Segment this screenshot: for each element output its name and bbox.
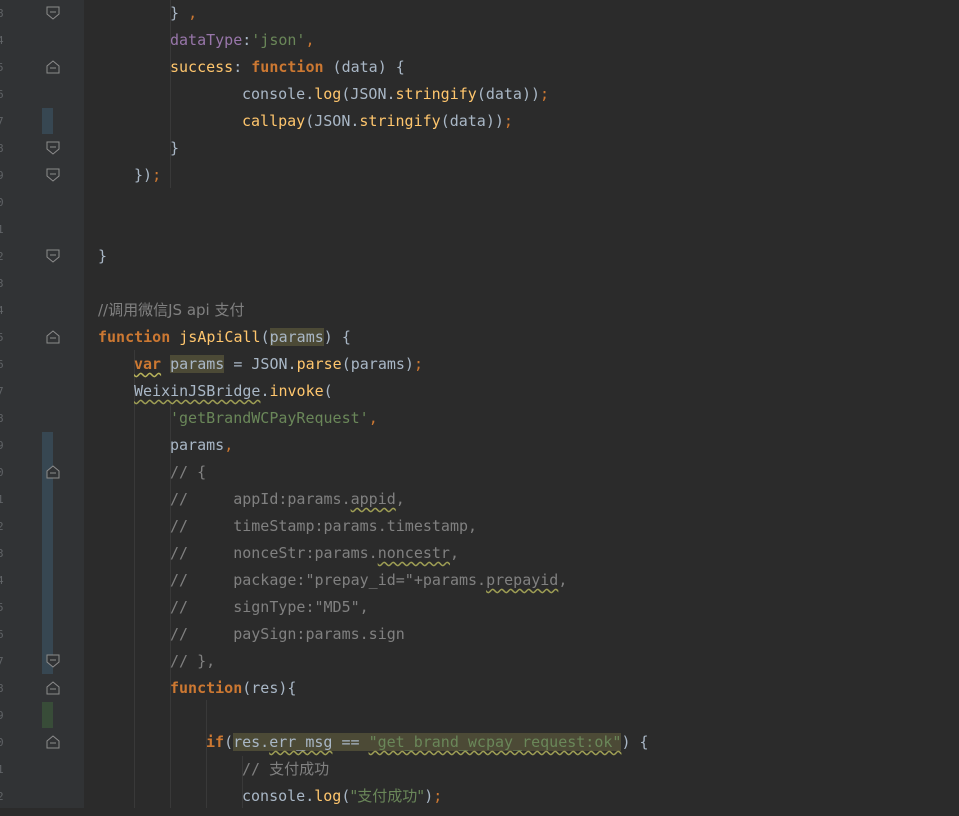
code-line[interactable]: success: function (data) { — [170, 54, 405, 81]
code-line[interactable]: } — [170, 135, 179, 162]
code-line[interactable]: } , — [170, 0, 197, 27]
highlighted-condition: res.err_msg == "get_brand_wcpay_request:… — [233, 733, 622, 751]
code-line[interactable]: if(res.err_msg == "get_brand_wcpay_reque… — [206, 729, 649, 756]
code-line[interactable]: // appId:params.appid, — [170, 486, 405, 513]
code-line[interactable]: WeixinJSBridge.invoke( — [134, 378, 333, 405]
fold-start-icon[interactable] — [46, 60, 60, 74]
code-line[interactable]: // paySign:params.sign — [170, 621, 405, 648]
code-line[interactable]: // nonceStr:params.noncestr, — [170, 540, 459, 567]
line-number: 0 — [0, 736, 4, 749]
line-number: 8 — [0, 142, 4, 155]
line-number: 3 — [0, 547, 4, 560]
code-line[interactable]: console.log("支付成功"); — [242, 783, 442, 810]
indent-guide — [134, 350, 135, 816]
fold-start-icon[interactable] — [46, 681, 60, 695]
line-number: 5 — [0, 601, 4, 614]
line-number: 7 — [0, 385, 4, 398]
code-line[interactable]: params, — [170, 432, 233, 459]
line-number: 0 — [0, 196, 4, 209]
vcs-added-marker[interactable] — [42, 702, 53, 728]
line-number: 3 — [0, 277, 4, 290]
code-line[interactable]: }); — [134, 162, 161, 189]
line-number: 6 — [0, 628, 4, 641]
indent-guide — [206, 700, 207, 816]
line-number: 9 — [0, 439, 4, 452]
code-line[interactable]: //调用微信JS api 支付 — [98, 297, 244, 324]
line-number: 5 — [0, 331, 4, 344]
line-number: 1 — [0, 493, 4, 506]
line-number: 8 — [0, 682, 4, 695]
code-line[interactable]: // }, — [170, 648, 215, 675]
line-number: 1 — [0, 763, 4, 776]
code-line[interactable]: 'getBrandWCPayRequest', — [170, 405, 378, 432]
fold-start-icon[interactable] — [46, 735, 60, 749]
code-line[interactable]: // signType:"MD5", — [170, 594, 369, 621]
code-line[interactable]: } — [98, 243, 107, 270]
line-number: 6 — [0, 88, 4, 101]
code-editor[interactable]: } , dataType:'json', success: function (… — [85, 0, 959, 816]
fold-end-icon[interactable] — [46, 654, 60, 668]
line-number: 8 — [0, 7, 4, 20]
line-number: 7 — [0, 115, 4, 128]
code-line[interactable]: dataType:'json', — [170, 27, 315, 54]
code-line[interactable]: function(res){ — [170, 675, 296, 702]
line-number: 4 — [0, 34, 4, 47]
code-line[interactable]: console.log(JSON.stringify(data)); — [242, 81, 549, 108]
fold-end-icon[interactable] — [46, 249, 60, 263]
code-line[interactable]: function jsApiCall(params) { — [98, 324, 351, 351]
line-number: 5 — [0, 61, 4, 74]
code-line[interactable]: // timeStamp:params.timestamp, — [170, 513, 477, 540]
editor-bottom-edge — [0, 808, 959, 816]
line-number: 4 — [0, 574, 4, 587]
line-number: 2 — [0, 250, 4, 263]
fold-end-icon[interactable] — [46, 168, 60, 182]
line-number: 9 — [0, 169, 4, 182]
code-line[interactable]: callpay(JSON.stringify(data)); — [242, 108, 513, 135]
line-number: 2 — [0, 790, 4, 803]
fold-start-icon[interactable] — [46, 465, 60, 479]
code-line[interactable]: // 支付成功 — [242, 756, 329, 783]
fold-end-icon[interactable] — [46, 6, 60, 20]
highlighted-var: params — [170, 355, 225, 373]
line-number: 2 — [0, 520, 4, 533]
line-number: 7 — [0, 655, 4, 668]
code-line[interactable]: // { — [170, 459, 206, 486]
editor-gutter: 8 4 5 6 7 8 9 0 1 2 3 4 5 6 7 8 9 0 1 2 … — [0, 0, 84, 816]
vcs-modified-marker[interactable] — [42, 108, 53, 134]
line-number: 6 — [0, 358, 4, 371]
line-number: 0 — [0, 466, 4, 479]
line-number: 9 — [0, 709, 4, 722]
code-line[interactable]: // package:"prepay_id="+params.prepayid, — [170, 567, 567, 594]
line-number: 8 — [0, 412, 4, 425]
line-number: 4 — [0, 304, 4, 317]
highlighted-param: params — [269, 328, 324, 346]
fold-start-icon[interactable] — [46, 330, 60, 344]
indent-guide — [170, 80, 171, 134]
fold-end-icon[interactable] — [46, 141, 60, 155]
code-line[interactable]: var params = JSON.parse(params); — [134, 351, 423, 378]
line-number: 1 — [0, 223, 4, 236]
